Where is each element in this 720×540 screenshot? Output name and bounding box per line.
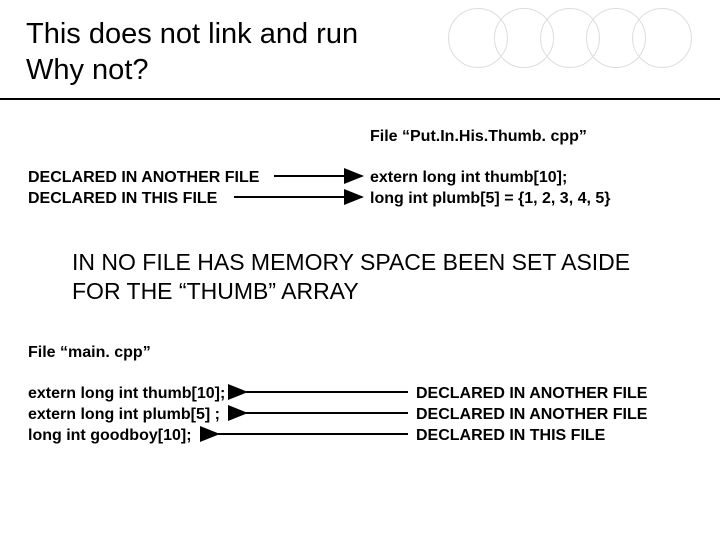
block1-right-line1: extern long int thumb[10]; [370,168,611,189]
file-label-2: File “main. cpp” [28,344,151,362]
block2-left-line3: long int goodboy[10]; [28,426,225,447]
block2-left-line1: extern long int thumb[10]; [28,384,225,405]
block2-right-line2: DECLARED IN ANOTHER FILE [416,405,647,426]
block1-left-line1: DECLARED IN ANOTHER FILE [28,168,259,189]
decorative-circles [448,8,692,68]
block2-left-line2: extern long int plumb[5] ; [28,405,225,426]
block2-left: extern long int thumb[10]; extern long i… [28,384,225,446]
block2-right-line3: DECLARED IN THIS FILE [416,426,647,447]
horizontal-rule [0,98,720,100]
block2-right-line1: DECLARED IN ANOTHER FILE [416,384,647,405]
file-label-1: File “Put.In.His.Thumb. cpp” [370,128,587,146]
slide-title: This does not link and run Why not? [26,16,358,89]
block1-right: extern long int thumb[10]; long int plum… [370,168,611,210]
title-line1: This does not link and run Why not? [26,18,358,86]
block1-left: DECLARED IN ANOTHER FILE DECLARED IN THI… [28,168,259,210]
block1-right-line2: long int plumb[5] = {1, 2, 3, 4, 5} [370,189,611,210]
circle-icon [632,8,692,68]
middle-statement: IN NO FILE HAS MEMORY SPACE BEEN SET ASI… [72,248,680,306]
block1-left-line2: DECLARED IN THIS FILE [28,189,259,210]
block2-right: DECLARED IN ANOTHER FILE DECLARED IN ANO… [416,384,647,446]
